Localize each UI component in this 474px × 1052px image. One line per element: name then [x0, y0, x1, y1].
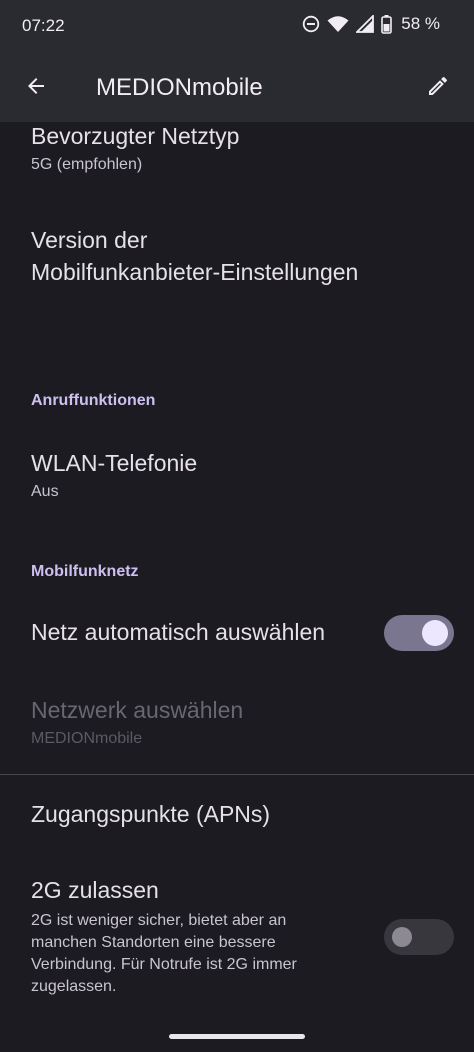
select-network-summary: MEDIONmobile	[31, 730, 143, 747]
carrier-version-title-line2: Mobilfunkanbieter-Einstellungen	[31, 259, 359, 285]
battery-icon	[381, 14, 393, 34]
edit-button[interactable]	[418, 68, 458, 108]
allow-2g-switch[interactable]	[384, 919, 454, 955]
preferred-network-summary: 5G (empfohlen)	[31, 156, 143, 173]
page-title: MEDIONmobile	[96, 74, 263, 101]
allow-2g-summary-line4: zugelassen.	[31, 978, 117, 995]
auto-select-switch[interactable]	[384, 615, 454, 651]
divider	[0, 774, 474, 775]
pencil-icon	[426, 74, 450, 103]
battery-percentage: 58 %	[401, 14, 440, 33]
gesture-nav-handle[interactable]	[169, 1034, 305, 1039]
access-point-names[interactable]: Zugangspunkte (APNs)	[31, 798, 270, 830]
allow-2g-summary-line3: Verbindung. Für Notrufe ist 2G immer	[31, 956, 297, 973]
preferred-network-title: Bevorzugter Netztyp	[31, 123, 240, 149]
status-bar: 07:22 58 %	[0, 0, 474, 52]
select-network-title: Netzwerk auswählen	[31, 697, 244, 723]
wifi-calling-summary: Aus	[31, 483, 59, 500]
select-network: Netzwerk auswählen MEDIONmobile	[31, 694, 243, 750]
allow-2g[interactable]: 2G zulassen 2G ist weniger sicher, biete…	[31, 874, 351, 998]
allow-2g-summary-line1: 2G ist weniger sicher, bietet aber an	[31, 912, 287, 929]
switch-thumb	[422, 620, 448, 646]
back-button[interactable]	[16, 68, 56, 108]
category-mobile-network: Mobilfunknetz	[31, 563, 139, 580]
auto-select-title: Netz automatisch auswählen	[31, 619, 326, 645]
allow-2g-title: 2G zulassen	[31, 877, 159, 903]
settings-list: Bevorzugter Netztyp 5G (empfohlen) Versi…	[0, 122, 474, 1052]
arrow-back-icon	[24, 74, 48, 103]
status-icons: 58 %	[302, 14, 440, 34]
allow-2g-summary-line2: manchen Standorten eine bessere	[31, 934, 276, 951]
preferred-network-type[interactable]: Bevorzugter Netztyp 5G (empfohlen)	[31, 122, 239, 176]
wifi-calling[interactable]: WLAN-Telefonie Aus	[31, 447, 197, 503]
category-calling: Anruffunktionen	[31, 392, 156, 409]
switch-thumb	[392, 927, 412, 947]
app-bar: MEDIONmobile	[0, 52, 474, 122]
wifi-icon	[327, 15, 349, 33]
cell-signal-icon	[356, 15, 375, 33]
apns-title: Zugangspunkte (APNs)	[31, 801, 271, 827]
carrier-settings-version[interactable]: Version der Mobilfunkanbieter-Einstellun…	[31, 224, 358, 288]
do-not-disturb-icon	[302, 15, 320, 33]
carrier-version-title-line1: Version der	[31, 227, 148, 253]
wifi-calling-title: WLAN-Telefonie	[31, 450, 198, 476]
status-time: 07:22	[22, 16, 65, 35]
auto-select-network[interactable]: Netz automatisch auswählen	[31, 616, 325, 648]
